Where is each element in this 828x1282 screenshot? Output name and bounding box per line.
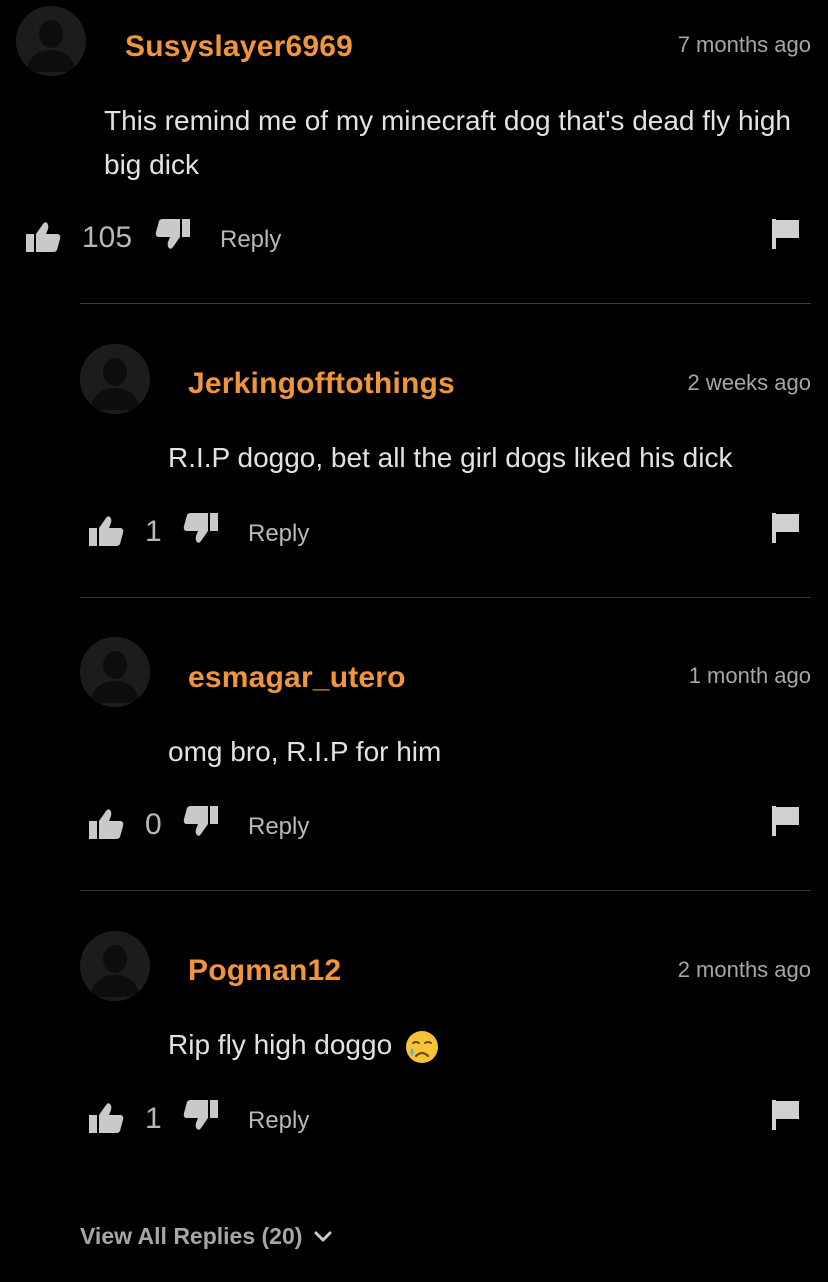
- timestamp: 1 month ago: [688, 663, 811, 688]
- flag-icon[interactable]: [772, 513, 800, 543]
- view-all-replies-label: View All Replies (20): [80, 1223, 303, 1249]
- username[interactable]: esmagar_utero: [188, 661, 406, 695]
- comment-text-content: Rip fly high doggo: [168, 1029, 393, 1060]
- avatar[interactable]: [16, 6, 86, 76]
- like-count: 0: [145, 808, 162, 841]
- like-count: 1: [145, 515, 162, 548]
- comment-text: R.I.P doggo, bet all the girl dogs liked…: [168, 442, 733, 473]
- avatar[interactable]: [80, 637, 150, 707]
- flag-icon[interactable]: [772, 1100, 800, 1130]
- comment-text: This remind me of my minecraft dog that'…: [104, 105, 791, 180]
- divider: [80, 597, 811, 598]
- thumbs-down-icon[interactable]: [182, 1099, 218, 1131]
- flag-icon[interactable]: [772, 219, 800, 249]
- timestamp: 2 months ago: [677, 957, 811, 982]
- user-silhouette-icon: [80, 344, 150, 414]
- thumbs-up-icon[interactable]: [89, 808, 125, 840]
- user-silhouette-icon: [80, 931, 150, 1001]
- comment-actions: 0 Reply: [0, 805, 828, 845]
- thumbs-up-icon[interactable]: [89, 1102, 125, 1134]
- crying-face-emoji-icon: [405, 1030, 438, 1063]
- username[interactable]: Susyslayer6969: [125, 30, 353, 64]
- like-count: 1: [145, 1102, 162, 1135]
- user-silhouette-icon: [16, 6, 86, 76]
- view-all-replies-button[interactable]: View All Replies (20): [80, 1223, 332, 1250]
- divider: [80, 303, 811, 304]
- thumbs-down-icon[interactable]: [182, 805, 218, 837]
- thumbs-up-icon[interactable]: [26, 221, 62, 253]
- thumbs-up-icon[interactable]: [89, 515, 125, 547]
- comment-text: omg bro, R.I.P for him: [168, 736, 442, 767]
- username[interactable]: Pogman12: [188, 954, 341, 988]
- reply-button[interactable]: Reply: [248, 520, 309, 548]
- reply-button[interactable]: Reply: [220, 226, 281, 254]
- like-count: 105: [82, 221, 133, 254]
- divider: [80, 890, 811, 891]
- timestamp: 7 months ago: [677, 32, 811, 57]
- username[interactable]: Jerkingofftothings: [188, 367, 455, 401]
- reply-button[interactable]: Reply: [248, 1107, 309, 1135]
- chevron-down-icon: [314, 1231, 332, 1241]
- comment-text: Rip fly high doggo: [168, 1023, 808, 1067]
- thumbs-down-icon[interactable]: [182, 512, 218, 544]
- comment-actions: 105 Reply: [0, 218, 828, 258]
- user-silhouette-icon: [80, 637, 150, 707]
- comment-actions: 1 Reply: [0, 1099, 828, 1139]
- flag-icon[interactable]: [772, 806, 800, 836]
- thumbs-down-icon[interactable]: [154, 218, 190, 250]
- avatar[interactable]: [80, 344, 150, 414]
- reply-button[interactable]: Reply: [248, 813, 309, 841]
- timestamp: 2 weeks ago: [687, 370, 811, 395]
- avatar[interactable]: [80, 931, 150, 1001]
- comment-actions: 1 Reply: [0, 512, 828, 552]
